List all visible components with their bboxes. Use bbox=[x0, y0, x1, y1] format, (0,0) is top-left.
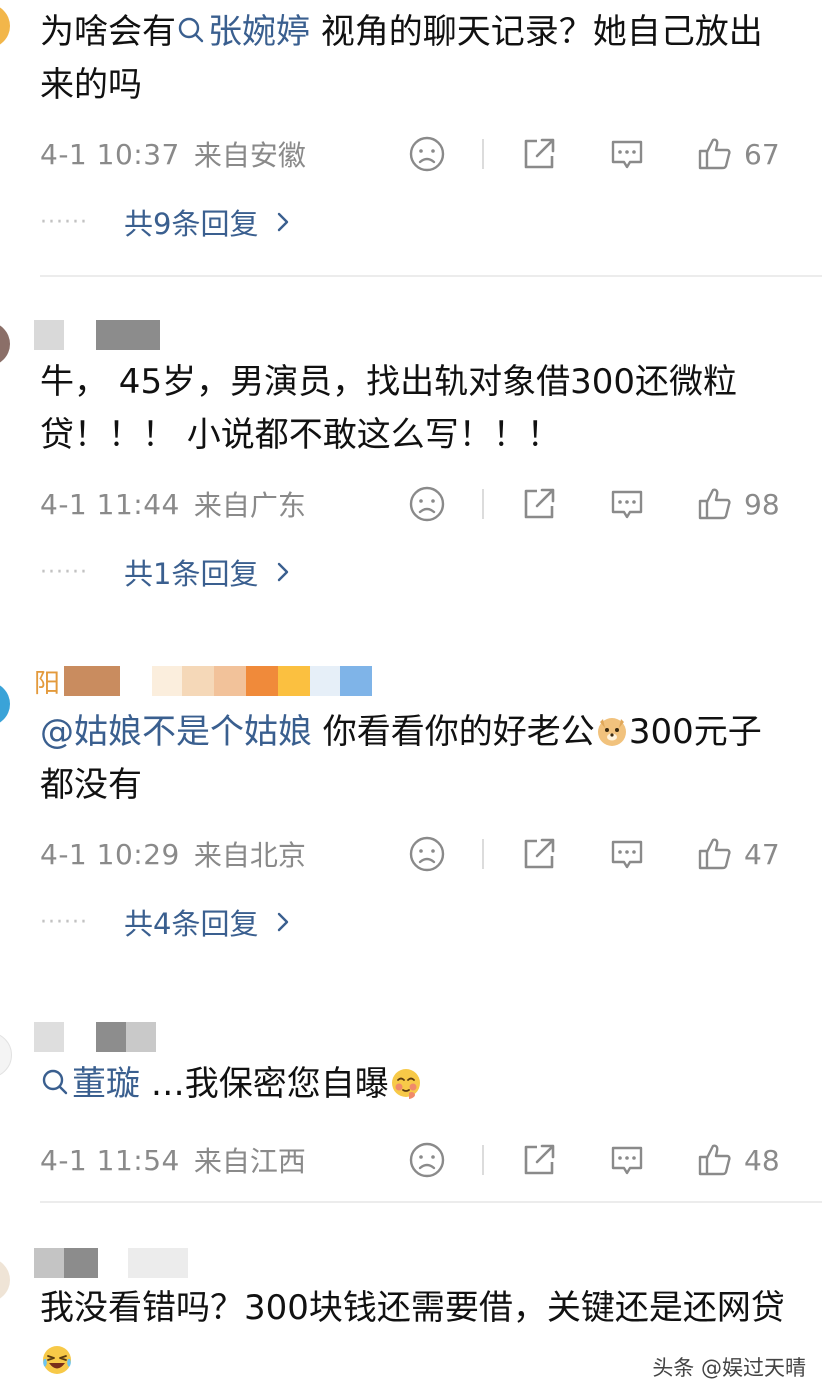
sad-face-icon bbox=[409, 136, 445, 172]
comment-time: 4-1 11:44 bbox=[40, 487, 180, 521]
comment-divider bbox=[40, 275, 822, 277]
dislike-button[interactable] bbox=[408, 1140, 446, 1180]
like-button[interactable]: 98 bbox=[696, 484, 780, 524]
user-avatar[interactable] bbox=[0, 322, 10, 366]
username-blurred[interactable] bbox=[34, 1022, 156, 1052]
sad-face-icon bbox=[409, 1142, 445, 1178]
comment-text: 董璇 …我保密您自曝 bbox=[40, 1058, 792, 1111]
comment-meta: 4-1 11:54 来自江西 48 bbox=[40, 1140, 822, 1180]
user-mention-link[interactable]: @姑娘不是个姑娘 bbox=[40, 712, 312, 752]
chevron-right-icon bbox=[278, 562, 289, 582]
comment-text: @姑娘不是个姑娘 你看看你的好老公 300元子都没有 bbox=[40, 712, 762, 805]
blushing-emoji-icon bbox=[391, 1069, 420, 1099]
like-count: 67 bbox=[744, 137, 780, 171]
comment-button[interactable] bbox=[608, 134, 646, 174]
comment-meta: 4-1 10:29 来自北京 47 bbox=[40, 834, 822, 874]
dislike-button[interactable] bbox=[408, 484, 446, 524]
sad-face-icon bbox=[409, 486, 445, 522]
share-button[interactable] bbox=[520, 134, 558, 174]
comment-icon bbox=[611, 490, 643, 519]
like-count: 98 bbox=[744, 487, 780, 521]
view-replies-button[interactable]: ······ 共4条回复 bbox=[40, 902, 290, 942]
comment-time: 4-1 11:54 bbox=[40, 1143, 180, 1177]
comment-location: 来自江西 bbox=[193, 1145, 306, 1178]
comment-text: 为啥会有 张婉婷 视角的聊天记录？她自己放出来的吗 bbox=[40, 12, 763, 105]
doge-emoji-icon bbox=[597, 718, 626, 746]
comment-button[interactable] bbox=[608, 484, 646, 524]
search-mention-link[interactable]: 董璇 bbox=[40, 1064, 140, 1104]
share-icon bbox=[524, 138, 555, 169]
like-count: 47 bbox=[744, 837, 780, 871]
share-button[interactable] bbox=[520, 834, 558, 874]
share-button[interactable] bbox=[520, 484, 558, 524]
dislike-button[interactable] bbox=[408, 834, 446, 874]
share-icon bbox=[524, 1144, 555, 1175]
dislike-button[interactable] bbox=[408, 134, 446, 174]
username-blurred[interactable] bbox=[34, 1248, 188, 1278]
chevron-right-icon bbox=[278, 912, 289, 932]
watermark: 头条 @娱过天晴 bbox=[652, 1356, 806, 1380]
user-avatar[interactable] bbox=[0, 682, 10, 726]
comment-meta: 4-1 11:44 来自广东 98 bbox=[40, 484, 822, 524]
level-badge bbox=[340, 666, 372, 696]
thumbs-up-icon bbox=[698, 488, 731, 520]
share-button[interactable] bbox=[520, 1140, 558, 1180]
like-button[interactable]: 67 bbox=[696, 134, 780, 174]
reply-dots: ······ bbox=[40, 909, 88, 935]
comment-text: 牛， 45岁，男演员，找出轨对象借300还微粒贷！！！ 小说都不敢这么写！！！ bbox=[40, 362, 737, 455]
thumbs-up-icon bbox=[698, 1144, 731, 1176]
sad-face-icon bbox=[409, 836, 445, 872]
comment-icon bbox=[611, 140, 643, 169]
comment-location: 来自北京 bbox=[193, 839, 306, 872]
thumbs-up-icon bbox=[698, 138, 731, 170]
user-avatar[interactable] bbox=[0, 4, 10, 48]
view-replies-button[interactable]: ······ 共1条回复 bbox=[40, 552, 290, 592]
like-button[interactable]: 48 bbox=[696, 1140, 780, 1180]
like-button[interactable]: 47 bbox=[696, 834, 780, 874]
user-avatar[interactable] bbox=[0, 1032, 12, 1078]
comment-icon bbox=[611, 1146, 643, 1175]
reply-dots: ······ bbox=[40, 209, 88, 235]
username-visible-char: 阳 bbox=[34, 668, 61, 699]
user-avatar[interactable] bbox=[0, 1258, 10, 1302]
comment-time: 4-1 10:29 bbox=[40, 837, 180, 871]
like-count: 48 bbox=[744, 1143, 780, 1177]
chevron-right-icon bbox=[278, 212, 289, 232]
reply-dots: ······ bbox=[40, 559, 88, 585]
search-icon bbox=[42, 1069, 68, 1095]
comment-location: 来自安徽 bbox=[193, 139, 306, 172]
action-divider bbox=[482, 489, 484, 519]
comment-time: 4-1 10:37 bbox=[40, 137, 180, 171]
comment-meta: 4-1 10:37 来自安徽 67 bbox=[40, 134, 822, 174]
action-divider bbox=[482, 839, 484, 869]
replies-count-label[interactable]: 共4条回复 bbox=[124, 901, 258, 943]
comment-divider bbox=[40, 1201, 822, 1203]
username-blurred[interactable] bbox=[34, 320, 160, 350]
view-replies-button[interactable]: ······ 共9条回复 bbox=[40, 202, 290, 242]
comment-button[interactable] bbox=[608, 834, 646, 874]
comment-button[interactable] bbox=[608, 1140, 646, 1180]
search-icon bbox=[178, 17, 204, 43]
action-divider bbox=[482, 139, 484, 169]
replies-count-label[interactable]: 共1条回复 bbox=[124, 551, 258, 593]
comment-icon bbox=[611, 840, 643, 869]
thumbs-up-icon bbox=[698, 838, 731, 870]
replies-count-label[interactable]: 共9条回复 bbox=[124, 201, 258, 243]
comment-location: 来自广东 bbox=[193, 489, 306, 522]
laughing-crying-emoji-icon bbox=[43, 1346, 71, 1374]
search-mention-link[interactable]: 张婉婷 bbox=[176, 12, 310, 52]
action-divider bbox=[482, 1145, 484, 1175]
share-icon bbox=[524, 838, 555, 869]
share-icon bbox=[524, 488, 555, 519]
username-blurred[interactable]: 阳 bbox=[34, 666, 372, 699]
